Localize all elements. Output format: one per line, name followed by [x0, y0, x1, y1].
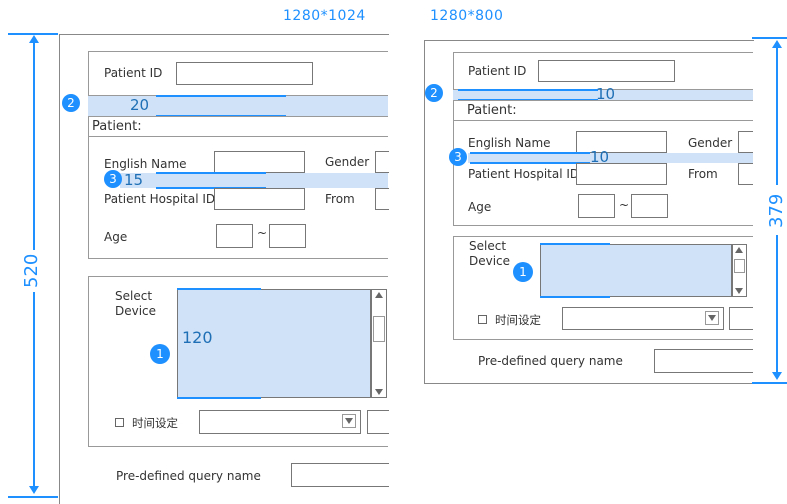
time-setting-label: 时间设定 — [132, 416, 178, 430]
badge-3: 3 — [104, 170, 122, 188]
patient-title-r: Patient: — [467, 103, 517, 118]
device-list-marker-top — [177, 288, 261, 290]
badge-2: 2 — [62, 94, 80, 112]
device-list-marker-bottom — [177, 397, 261, 399]
age-label-r: Age — [468, 200, 492, 214]
select-label-r: Select — [469, 239, 507, 253]
gender-label: Gender — [325, 155, 370, 169]
age-to-input[interactable] — [269, 224, 306, 248]
scroll-down-icon[interactable] — [375, 389, 383, 395]
patient-title: Patient: — [92, 119, 142, 134]
device-list-marker-top-r — [540, 243, 610, 245]
patient-id-label-r: Patient ID — [468, 64, 527, 78]
device-label: Device — [115, 304, 157, 318]
device-list-marker-bottom-r — [540, 296, 610, 298]
patient-divider-r — [453, 120, 753, 121]
dropdown-chevron-icon-r — [708, 315, 716, 321]
badge-1: 1 — [150, 344, 170, 364]
hospital-id-label-r: Patient Hospital ID — [468, 167, 580, 181]
gender-label-r: Gender — [688, 136, 733, 150]
height-ruler-line — [33, 40, 35, 250]
ruler-arrow-bottom-r — [772, 372, 782, 380]
predefined-query-input-r[interactable] — [654, 349, 753, 373]
predefined-query-label-r: Pre-defined query name — [478, 354, 623, 368]
age-from-input-r[interactable] — [578, 194, 615, 218]
predefined-query-label: Pre-defined query name — [116, 469, 261, 483]
gender-input[interactable] — [375, 151, 389, 173]
spacing-marker-rows-r — [470, 152, 590, 154]
time-setting-select-2-r[interactable] — [729, 307, 753, 330]
spacing-highlight-rows — [120, 173, 388, 188]
english-name-label-r: English Name — [468, 136, 551, 150]
scroll-thumb-r[interactable] — [734, 259, 745, 273]
scroll-thumb[interactable] — [373, 316, 385, 342]
ruler-tick-top-r — [752, 37, 787, 39]
select-label: Select — [115, 289, 153, 303]
spacing-marker-top — [156, 95, 286, 97]
patient-id-input[interactable] — [176, 62, 313, 85]
predefined-query-input[interactable] — [291, 463, 389, 487]
scroll-up-icon[interactable] — [375, 292, 383, 298]
age-from-input[interactable] — [216, 224, 253, 248]
spacing-marker-r — [458, 89, 598, 91]
ruler-tick-top — [8, 33, 58, 35]
time-setting-label-r: 时间设定 — [495, 313, 541, 327]
hospital-id-label: Patient Hospital ID — [104, 192, 216, 206]
spacing-value-patient: 20 — [130, 96, 150, 114]
from-label: From — [325, 192, 355, 206]
from-label-r: From — [688, 167, 718, 181]
age-to-input-r[interactable] — [631, 194, 668, 218]
ruler-tick-bottom — [8, 496, 58, 498]
resolution-label-1280x800: 1280*800 — [430, 8, 504, 24]
spacing-value-rows: 15 — [124, 171, 144, 189]
ruler-tick-bottom-r — [752, 382, 787, 384]
scroll-down-icon-r[interactable] — [735, 288, 743, 294]
patient-divider — [88, 136, 388, 137]
dropdown-chevron-icon — [345, 418, 353, 424]
from-input-r[interactable] — [738, 163, 753, 185]
time-setting-select-r[interactable] — [562, 307, 724, 330]
device-list-r[interactable] — [540, 244, 732, 297]
age-label: Age — [104, 230, 128, 244]
time-setting-checkbox[interactable] — [115, 418, 124, 427]
resolution-label-1280x1024: 1280*1024 — [283, 8, 366, 24]
device-list-scrollbar[interactable] — [371, 289, 387, 398]
badge-3-r: 3 — [449, 148, 467, 166]
badge-2-r: 2 — [425, 84, 443, 102]
patient-id-input-r[interactable] — [538, 60, 675, 82]
gender-input-r[interactable] — [738, 131, 753, 153]
height-ruler-line-lower — [33, 292, 35, 487]
hospital-id-input[interactable] — [214, 188, 305, 210]
device-list-height-value: 120 — [182, 328, 213, 347]
height-ruler-label-r: 379 — [766, 193, 787, 228]
height-ruler-label: 520 — [21, 253, 42, 288]
ruler-arrow-bottom — [29, 486, 39, 494]
spacing-marker-rows-top — [156, 172, 266, 174]
hospital-id-input-r[interactable] — [576, 163, 667, 185]
time-setting-checkbox-r[interactable] — [478, 315, 487, 324]
time-setting-select[interactable] — [199, 410, 361, 434]
from-input[interactable] — [375, 188, 389, 210]
scroll-up-icon-r[interactable] — [735, 247, 743, 253]
english-name-input[interactable] — [214, 151, 305, 173]
age-tilde-r: ~ — [619, 198, 630, 212]
device-label-r: Device — [469, 254, 511, 268]
height-ruler-line-r-lower — [776, 235, 778, 375]
patient-id-label: Patient ID — [104, 66, 163, 80]
height-ruler-line-r — [776, 45, 778, 185]
badge-1-r: 1 — [513, 262, 533, 282]
age-tilde: ~ — [257, 226, 268, 240]
time-setting-select-2[interactable] — [367, 410, 389, 434]
english-name-label: English Name — [104, 157, 187, 171]
spacing-marker-rows-r-bottom — [470, 162, 590, 164]
